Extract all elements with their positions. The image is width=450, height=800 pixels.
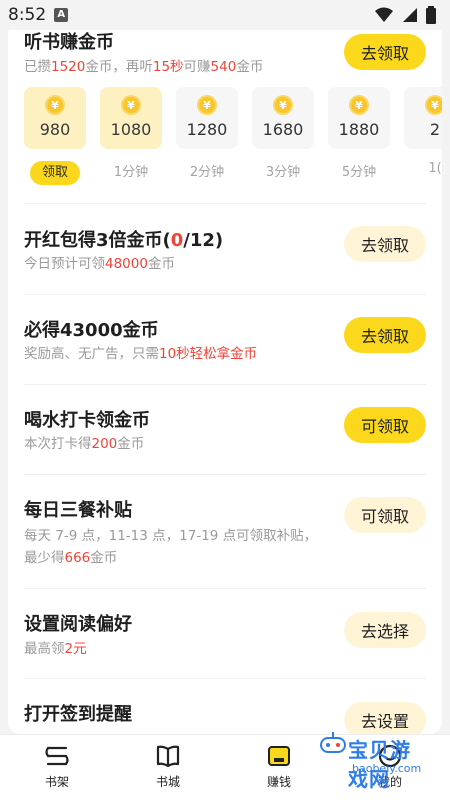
coin-tile-1680[interactable]: ¥ 1680 [252, 87, 314, 149]
task-preference-title: 设置阅读偏好 [24, 614, 132, 635]
coin-tile-1080[interactable]: ¥ 1080 [100, 87, 162, 149]
redpacket-claim-button[interactable]: 去领取 [344, 226, 426, 262]
coin-amount: 1880 [338, 120, 380, 139]
status-time: 8:52 [8, 5, 47, 25]
coin-tile-1880[interactable]: ¥ 1880 [328, 87, 390, 149]
task-water-title: 喝水打卡领金币 [24, 410, 150, 431]
divider [24, 294, 426, 295]
coin-claim-button[interactable]: 领取 [30, 161, 80, 185]
coin-icon: ¥ [349, 95, 369, 115]
reminder-set-button[interactable]: 去设置 [344, 702, 426, 734]
divider [24, 474, 426, 475]
preference-select-button[interactable]: 去选择 [344, 612, 426, 648]
tab-label: 赚钱 [266, 775, 291, 789]
tab-bookstore[interactable]: 书城 [133, 743, 203, 790]
coin-caption: 1( [428, 161, 442, 176]
signal-icon [403, 8, 417, 22]
coin-tile-partial[interactable]: ¥ 2 [404, 87, 442, 149]
coin-caption: 3分钟 [265, 165, 301, 180]
task-guaranteed-title: 必得43000金币 [24, 320, 159, 341]
coin-icon: ¥ [121, 95, 141, 115]
task-meals-title: 每日三餐补贴 [24, 500, 132, 521]
watermark-logo: 宝贝游戏网 baobeiy.com [318, 732, 430, 791]
coin-amount: 1680 [262, 120, 304, 139]
listen-title: 听书赚金币 [24, 32, 114, 53]
coin-amount: 2 [429, 120, 441, 139]
task-redpacket-title: 开红包得3倍金币(0/12) [24, 230, 224, 251]
coin-caption: 5分钟 [341, 165, 377, 180]
status-bar: 8:52 A [0, 0, 450, 30]
water-claim-button[interactable]: 可领取 [344, 407, 426, 443]
coin-tile-1280[interactable]: ¥ 1280 [176, 87, 238, 149]
coin-icon: ¥ [45, 95, 65, 115]
task-reminder-title: 打开签到提醒 [24, 704, 132, 725]
coin-caption: 1分钟 [113, 165, 149, 180]
bookshelf-icon [45, 746, 69, 766]
task-redpacket-subtitle: 今日预计可领48000金币 [24, 256, 175, 272]
divider [24, 203, 426, 204]
battery-icon [426, 6, 436, 24]
notification-a-icon: A [54, 8, 69, 22]
task-water-subtitle: 本次打卡得200金币 [24, 436, 145, 452]
book-icon [156, 745, 180, 768]
status-icons [374, 6, 436, 24]
coin-icon: ¥ [197, 95, 217, 115]
meals-claim-button[interactable]: 可领取 [344, 497, 426, 533]
task-card: 听书赚金币 已攒1520金币，再听15秒可赚540金币 去领取 ¥ 980 领取… [8, 22, 442, 734]
divider [24, 384, 426, 385]
coin-icon: ¥ [273, 95, 293, 115]
guaranteed-claim-button[interactable]: 去领取 [344, 317, 426, 353]
wallet-icon [268, 746, 290, 766]
divider [24, 678, 426, 679]
tab-label: 书架 [44, 775, 69, 789]
coin-caption: 2分钟 [189, 165, 225, 180]
watermark-url: baobeiy.com [352, 762, 422, 775]
coin-tile-980[interactable]: ¥ 980 [24, 87, 86, 149]
coin-amount: 1280 [186, 120, 228, 139]
coin-amount: 1080 [110, 120, 152, 139]
coin-row: ¥ 980 领取 ¥ 1080 1分钟 ¥ 1280 2分钟 ¥ 1680 3分… [24, 87, 442, 197]
gamepad-icon [320, 732, 346, 753]
tab-label: 书城 [155, 775, 180, 789]
listen-claim-button[interactable]: 去领取 [344, 34, 426, 70]
task-meals-subtitle: 每天 7-9 点，11-13 点，17-19 点可领取补贴， 最少得666金币 [24, 528, 318, 566]
divider [24, 588, 426, 589]
tab-bookshelf[interactable]: 书架 [22, 743, 92, 790]
listen-subtitle: 已攒1520金币，再听15秒可赚540金币 [24, 59, 264, 75]
task-preference-subtitle: 最高领2元 [24, 641, 87, 657]
task-guaranteed-subtitle: 奖励高、无广告，只需10秒轻松拿金币 [24, 346, 258, 362]
wifi-icon [375, 7, 393, 22]
coin-icon: ¥ [425, 95, 442, 115]
tab-earn[interactable]: 赚钱 [244, 743, 314, 790]
coin-amount: 980 [39, 120, 71, 139]
